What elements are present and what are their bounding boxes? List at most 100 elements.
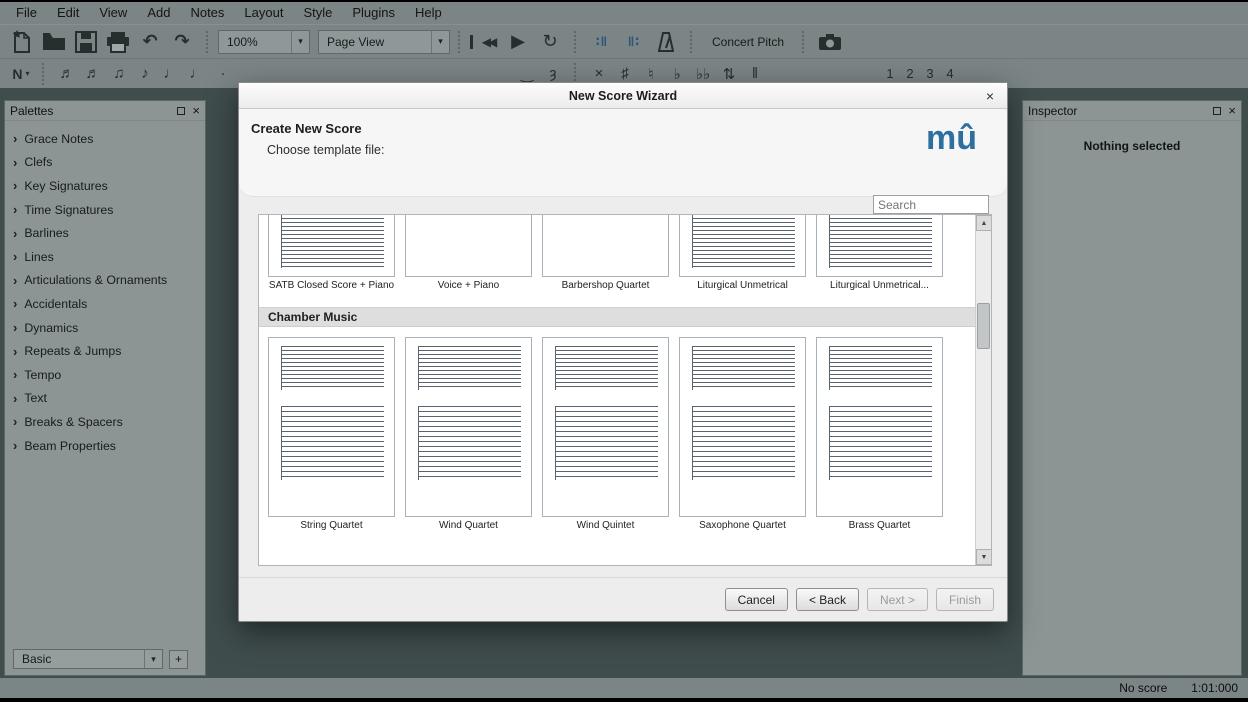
play-icon[interactable]: ▶ (502, 28, 534, 56)
palette-item[interactable]: › Beam Properties (5, 434, 205, 458)
palette-item[interactable]: › Tempo (5, 363, 205, 387)
view-mode-select[interactable]: Page View ▾ (318, 30, 450, 54)
template-preview (680, 338, 805, 516)
palette-item-label: Grace Notes (24, 132, 93, 146)
palette-item[interactable]: › Accidentals (5, 292, 205, 316)
chevron-right-icon: › (13, 131, 17, 146)
scroll-down-icon[interactable]: ▼ (976, 549, 992, 565)
redo-icon[interactable]: ↷ (166, 28, 198, 56)
close-panel-icon[interactable]: × (192, 106, 200, 116)
palette-item[interactable]: › Grace Notes (5, 127, 205, 151)
menu-item[interactable]: Style (293, 2, 342, 24)
menu-item[interactable]: File (6, 2, 47, 24)
toolbar-separator (574, 31, 578, 53)
menu-item[interactable]: Add (137, 2, 180, 24)
print-icon[interactable] (102, 28, 134, 56)
undo-icon[interactable]: ↶ (134, 28, 166, 56)
menu-item[interactable]: Plugins (342, 2, 405, 24)
palette-item-label: Beam Properties (24, 439, 116, 453)
chevron-right-icon: › (13, 273, 17, 288)
back-button[interactable]: < Back (796, 588, 859, 611)
note-duration-icon[interactable]: ♪ (132, 62, 158, 86)
palette-item[interactable]: › Breaks & Spacers (5, 410, 205, 434)
palette-item[interactable]: › Clefs (5, 151, 205, 175)
toolbar-separator (690, 31, 694, 53)
template-card[interactable]: Wind Quintet (542, 337, 669, 531)
search-input[interactable] (873, 195, 989, 214)
note-duration-icon[interactable]: · (210, 62, 236, 86)
menu-item[interactable]: Notes (180, 2, 234, 24)
note-duration-icon[interactable]: ♫ (106, 62, 132, 86)
palette-item[interactable]: › Dynamics (5, 316, 205, 340)
loop-playback-icon[interactable]: ↻ (534, 28, 566, 56)
chevron-right-icon: › (13, 391, 17, 406)
template-label: Liturgical Unmetrical (679, 277, 806, 291)
palette-item-label: Clefs (24, 155, 52, 169)
note-duration-icon[interactable]: ♬ (80, 62, 106, 86)
float-panel-icon[interactable] (1213, 107, 1221, 115)
open-icon[interactable] (38, 28, 70, 56)
menu-bar: FileEditViewAddNotesLayoutStylePluginsHe… (0, 2, 1248, 24)
template-card[interactable]: Saxophone Quartet (679, 337, 806, 531)
template-scrollbar[interactable]: ▲ ▼ (975, 215, 991, 565)
template-card[interactable]: Liturgical Unmetrical (679, 215, 806, 291)
scrollbar-thumb[interactable] (977, 303, 990, 349)
toolbar-separator (206, 31, 210, 53)
template-card[interactable]: Wind Quartet (405, 337, 532, 531)
metronome-icon[interactable] (650, 28, 682, 56)
template-card[interactable]: Barbershop Quartet (542, 215, 669, 291)
zoom-value: 100% (219, 35, 291, 49)
palette-item-label: Text (24, 391, 47, 405)
workspace-select[interactable]: Basic ▾ (13, 649, 163, 669)
note-duration-icon[interactable]: ♩ (158, 62, 184, 86)
template-card[interactable]: Liturgical Unmetrical... (816, 215, 943, 291)
note-duration-icon[interactable]: ♬ (54, 62, 80, 86)
template-section-header: Chamber Music (259, 307, 975, 327)
close-panel-icon[interactable]: × (1228, 106, 1236, 116)
scroll-up-icon[interactable]: ▲ (976, 215, 992, 231)
palette-item-label: Repeats & Jumps (24, 344, 121, 358)
add-workspace-button[interactable]: + (169, 650, 188, 669)
palette-item[interactable]: › Key Signatures (5, 174, 205, 198)
palettes-panel: Palettes × › Grace Notes › Clefs › Key S… (4, 100, 206, 676)
inspector-title: Inspector (1028, 104, 1213, 118)
template-list-area: SATB Closed Score + Piano Voice + Piano … (258, 214, 992, 566)
cancel-button[interactable]: Cancel (725, 588, 788, 611)
close-icon[interactable]: × (979, 83, 1001, 109)
palette-item[interactable]: › Lines (5, 245, 205, 269)
chevron-right-icon: › (13, 202, 17, 217)
menu-item[interactable]: Edit (47, 2, 89, 24)
template-card[interactable]: SATB Closed Score + Piano (268, 215, 395, 291)
palette-item[interactable]: › Repeats & Jumps (5, 339, 205, 363)
note-duration-icon[interactable]: ♩ (184, 62, 210, 86)
save-icon[interactable] (70, 28, 102, 56)
image-capture-icon[interactable] (814, 28, 846, 56)
play-repeats-icon[interactable]: ∶‖ (586, 28, 618, 56)
pan-playback-icon[interactable]: ‖∶ (618, 28, 650, 56)
template-preview (269, 215, 394, 276)
palette-item[interactable]: › Articulations & Ornaments (5, 269, 205, 293)
template-card[interactable]: String Quartet (268, 337, 395, 531)
concert-pitch-button[interactable]: Concert Pitch (702, 28, 794, 56)
template-card[interactable]: Voice + Piano (405, 215, 532, 291)
dialog-titlebar[interactable]: New Score Wizard × (239, 83, 1007, 109)
palette-item[interactable]: › Time Signatures (5, 198, 205, 222)
template-card[interactable]: Brass Quartet (816, 337, 943, 531)
main-toolbar: ↶ ↷ 100% ▾ Page View ▾ ◀◀ ▶ ↻ ∶‖ ‖∶ Conc… (0, 24, 1248, 58)
rewind-icon[interactable]: ◀◀ (470, 35, 502, 49)
palette-item[interactable]: › Text (5, 387, 205, 411)
menu-item[interactable]: Layout (234, 2, 293, 24)
finish-button: Finish (936, 588, 994, 611)
palette-item-label: Key Signatures (24, 179, 107, 193)
template-scroll-content: SATB Closed Score + Piano Voice + Piano … (259, 215, 975, 565)
float-panel-icon[interactable] (177, 107, 185, 115)
menu-item[interactable]: Help (405, 2, 452, 24)
new-score-icon[interactable] (6, 28, 38, 56)
chevron-right-icon: › (13, 155, 17, 170)
palette-item[interactable]: › Barlines (5, 221, 205, 245)
template-label: Barbershop Quartet (542, 277, 669, 291)
note-input-mode-button[interactable]: N ▾ (8, 62, 34, 86)
menu-item[interactable]: View (89, 2, 137, 24)
zoom-select[interactable]: 100% ▾ (218, 30, 310, 54)
window-bottom-edge (0, 698, 1248, 702)
